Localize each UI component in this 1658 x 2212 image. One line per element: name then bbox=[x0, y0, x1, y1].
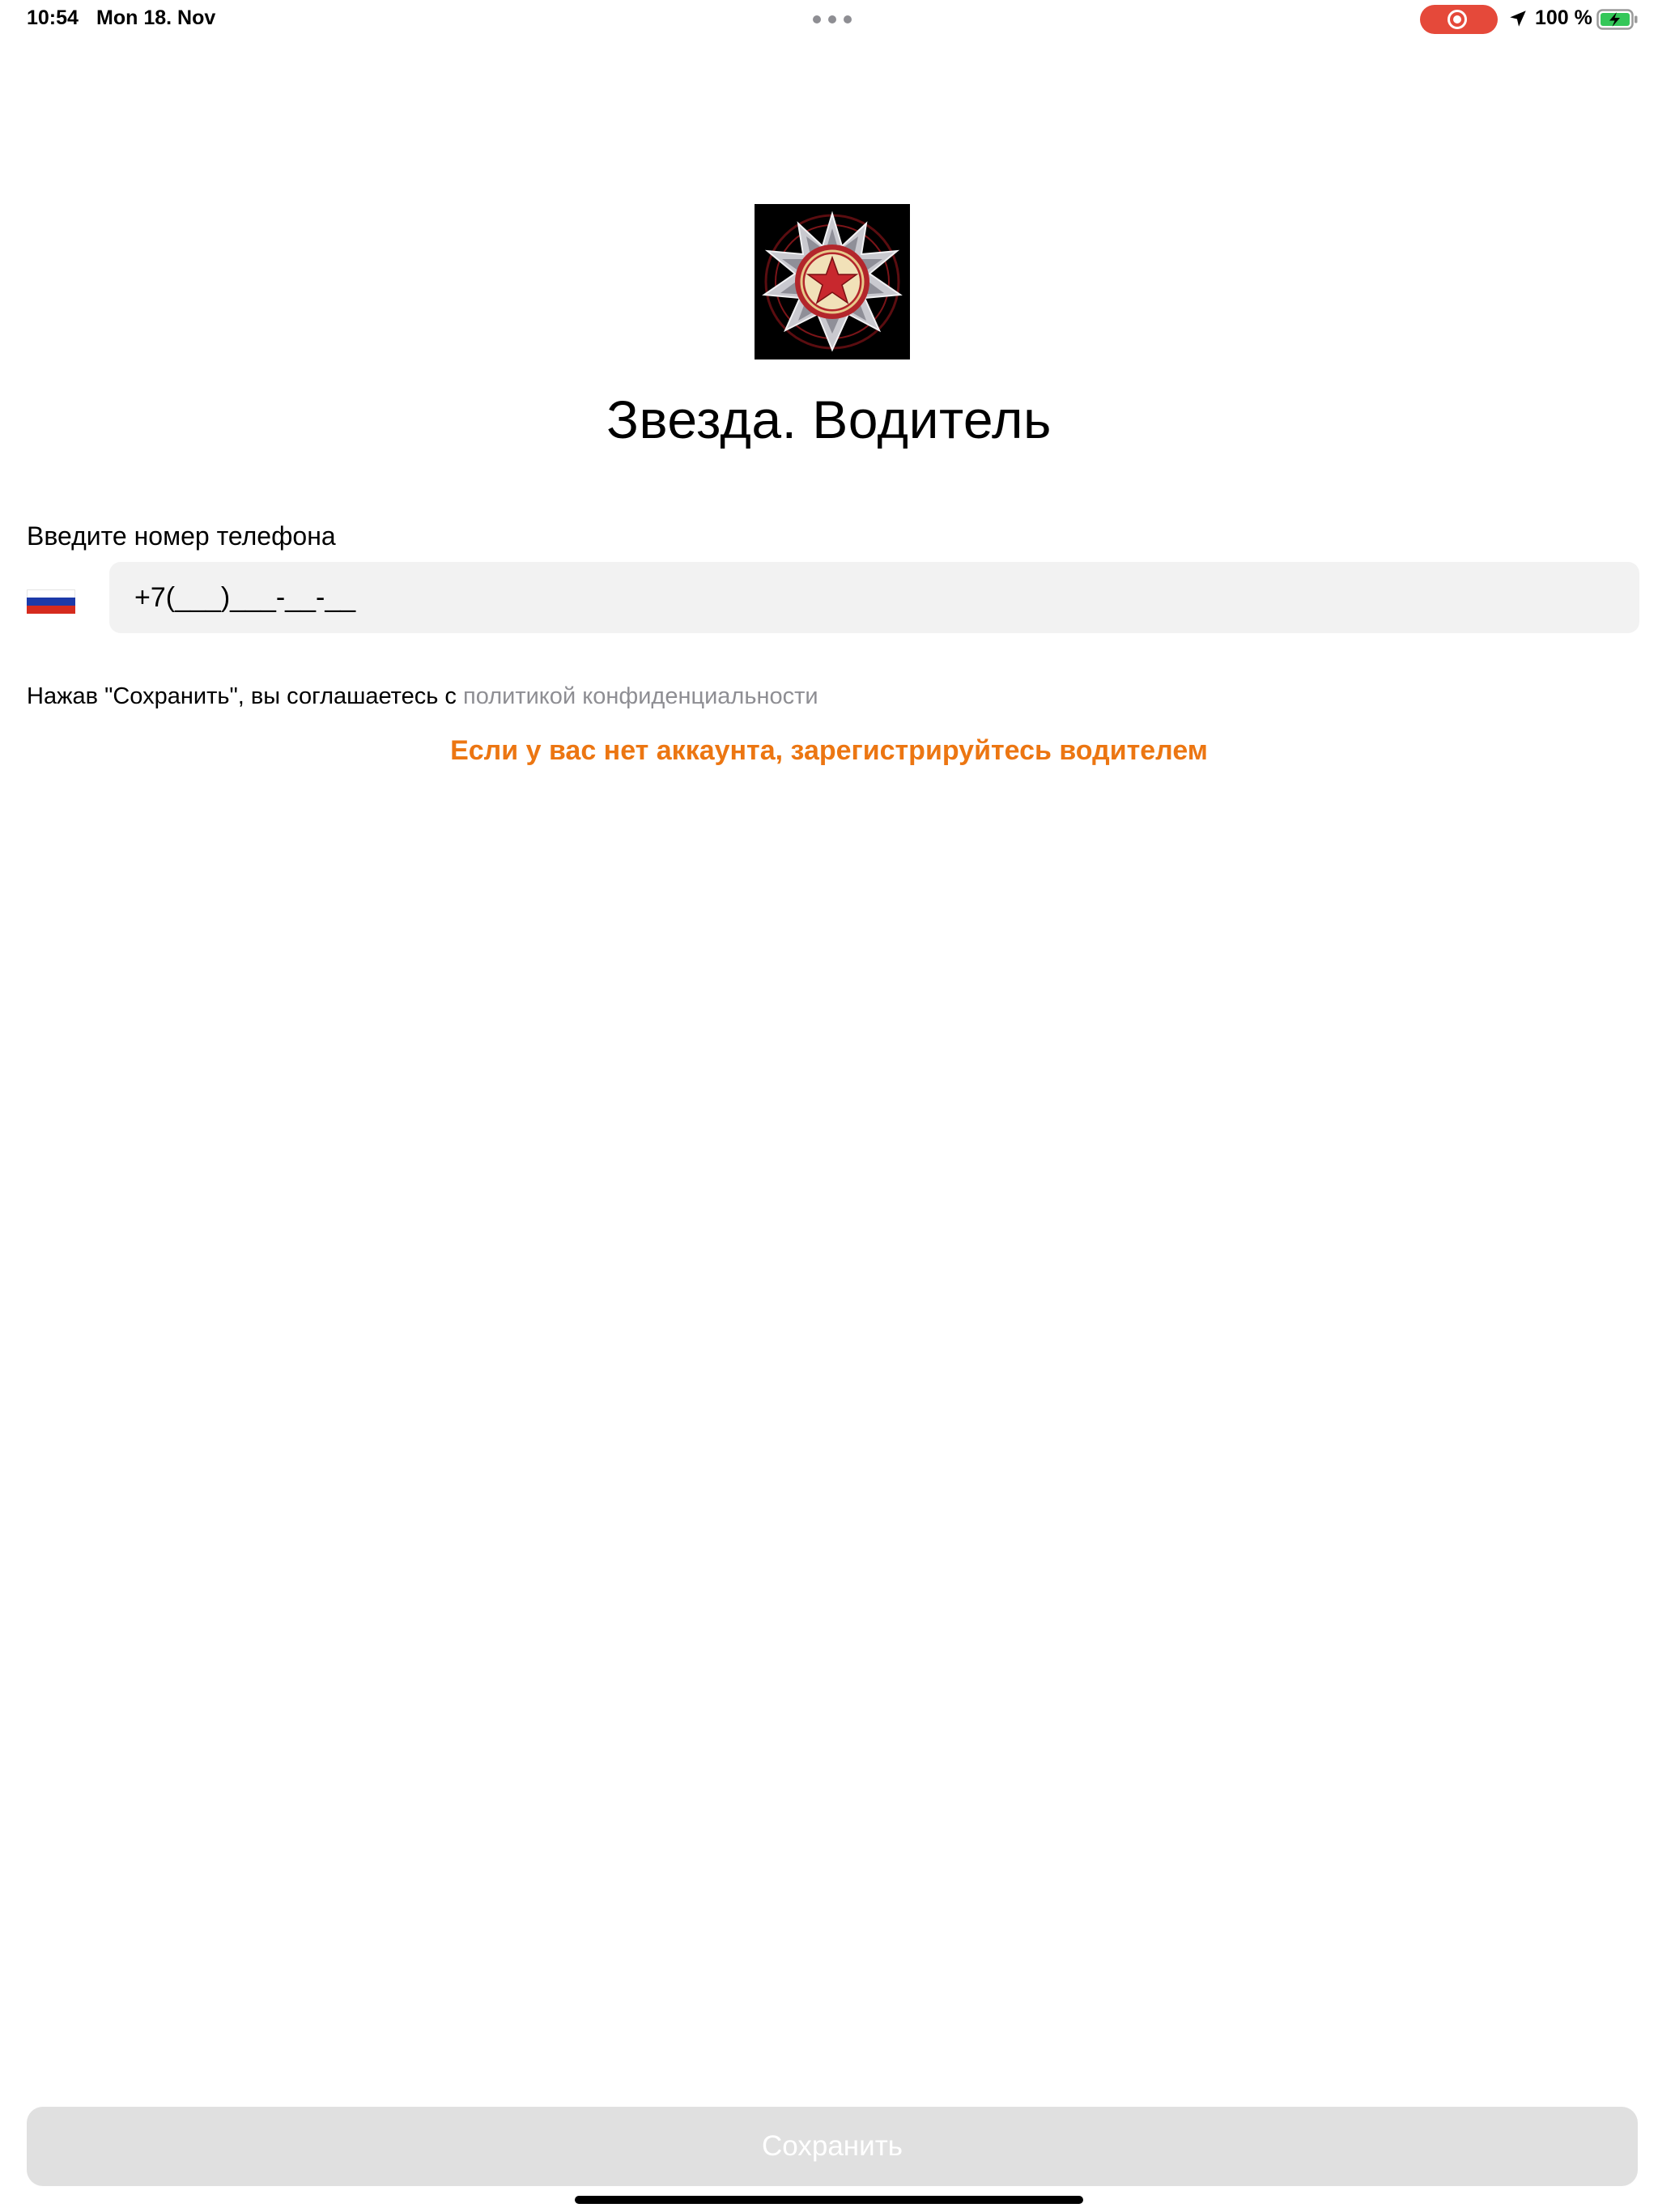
save-button[interactable]: Сохранить bbox=[27, 2107, 1638, 2186]
battery-percent: 100 % bbox=[1535, 6, 1592, 29]
location-arrow-icon bbox=[1510, 11, 1526, 27]
app-title: Звезда. Водитель bbox=[606, 389, 1052, 449]
status-time: 10:54 bbox=[27, 6, 79, 29]
app-logo bbox=[755, 204, 910, 359]
consent-text: Нажав "Сохранить", вы соглашаетесь с пол… bbox=[27, 683, 818, 710]
red-star-badge-logo-icon bbox=[755, 204, 910, 359]
home-indicator[interactable] bbox=[575, 2196, 1083, 2204]
battery-charging-icon bbox=[1596, 9, 1638, 30]
russia-flag-icon[interactable] bbox=[27, 589, 75, 614]
status-bar: 10:54 Mon 18. Nov 100 % bbox=[0, 0, 1658, 40]
phone-input[interactable]: +7(___)___-__-__ bbox=[109, 562, 1639, 633]
privacy-policy-link[interactable]: политикой конфиденциальности bbox=[463, 683, 818, 709]
screen-recording-icon[interactable] bbox=[1420, 5, 1498, 34]
consent-prefix: Нажав "Сохранить", вы соглашаетесь с bbox=[27, 683, 463, 709]
phone-label: Введите номер телефона bbox=[27, 521, 336, 551]
status-date: Mon 18. Nov bbox=[96, 6, 216, 29]
multitask-dots-icon[interactable] bbox=[813, 15, 852, 23]
register-driver-link[interactable]: Если у вас нет аккаунта, зарегистрируйте… bbox=[0, 735, 1658, 767]
